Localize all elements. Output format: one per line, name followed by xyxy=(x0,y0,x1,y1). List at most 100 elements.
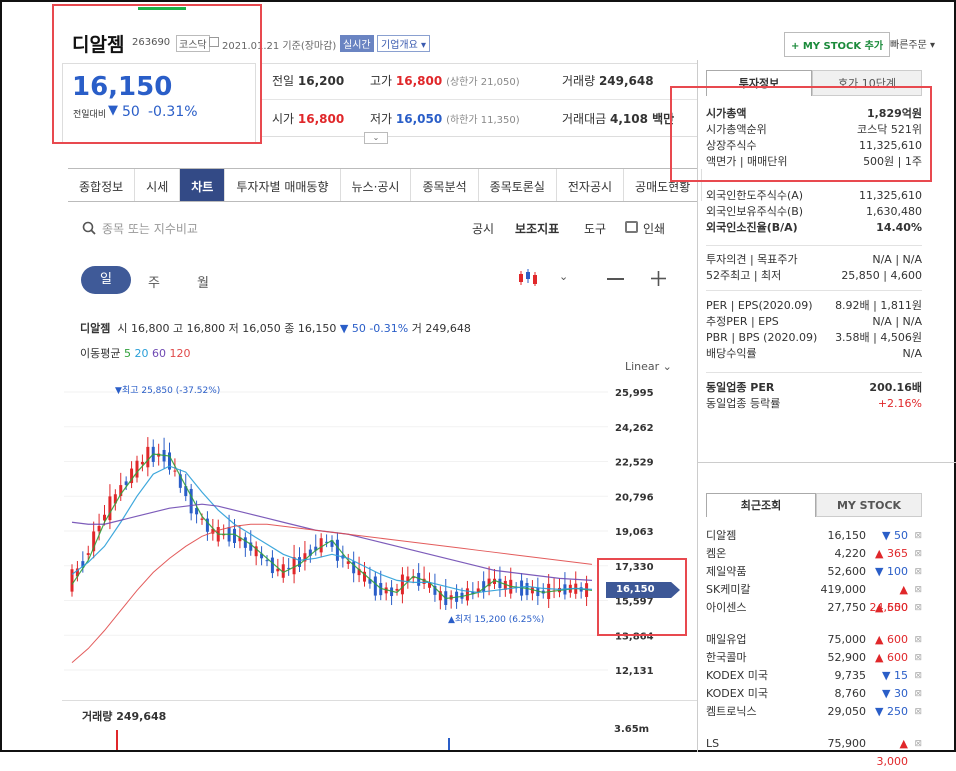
recent-item[interactable]: KODEX 미국 8,760 ▼ 30 ⊠ xyxy=(706,685,922,703)
period-month-button[interactable]: 월 xyxy=(197,272,209,291)
indicator-button[interactable]: 보조지표 xyxy=(515,220,559,237)
recent-item[interactable]: SK케미칼 419,000 ▲ 24,500 ⊠ xyxy=(706,581,922,614)
remove-icon[interactable]: ⊠ xyxy=(908,685,922,703)
remove-icon[interactable]: ⊠ xyxy=(908,735,922,753)
zoom-in-icon[interactable] xyxy=(650,270,667,291)
candle-body xyxy=(292,557,296,575)
info-row: 투자의견 | 목표주가 N/A | N/A xyxy=(706,252,922,268)
tools-button[interactable]: 도구 xyxy=(584,220,606,237)
chart-close-label: 종 xyxy=(284,322,295,335)
realtime-badge[interactable]: 실시간 xyxy=(340,35,374,52)
recent-item[interactable]: 제일약품 52,600 ▼ 100 ⊠ xyxy=(706,563,922,581)
disclosure-button[interactable]: 공시 xyxy=(472,220,494,237)
recent-item-change: ▼ 100 xyxy=(875,565,908,578)
chart-type-chevron-icon[interactable]: ⌄ xyxy=(559,270,568,283)
candle-body xyxy=(265,560,269,562)
search-icon[interactable] xyxy=(82,220,96,239)
print-button[interactable]: 인쇄 xyxy=(643,220,665,237)
candle-body xyxy=(173,470,177,472)
recent-item[interactable]: 매일유업 75,000 ▲ 600 ⊠ xyxy=(706,631,922,649)
tab-quotes[interactable]: 시세 xyxy=(135,169,181,201)
chart-low: 16,050 xyxy=(242,322,281,335)
lower-limit: (하한가 11,350) xyxy=(446,115,520,126)
upper-limit: (상한가 21,050) xyxy=(446,77,520,88)
info-value: 3.58배 | 4,506원 xyxy=(835,331,922,344)
quick-order-button[interactable]: 빠른주문 ▾ xyxy=(890,36,935,51)
y-tick-label: 24,262 xyxy=(615,423,654,434)
section-divider xyxy=(706,372,922,373)
info-label: 동일업종 등락률 xyxy=(706,397,781,410)
tab-news[interactable]: 뉴스·공시 xyxy=(341,169,412,201)
tab-my-stock[interactable]: MY STOCK xyxy=(816,493,922,517)
recent-item-price: 4,220 xyxy=(834,547,867,560)
chart-stock-name: 디알젬 xyxy=(80,322,111,335)
tab-overview[interactable]: 종합정보 xyxy=(68,169,136,201)
chart-info-line: 디알젬 시 16,800 고 16,800 저 16,050 종 16,150 … xyxy=(80,320,471,336)
printer-icon[interactable] xyxy=(625,221,638,233)
zoom-out-icon[interactable] xyxy=(607,278,624,280)
annotation-box xyxy=(52,4,262,144)
info-row: 외국인소진율(B/A) 14.40% xyxy=(706,220,922,236)
period-day-button[interactable]: 일 xyxy=(81,266,131,294)
chart-volume-label: 거 xyxy=(411,322,422,335)
recent-item[interactable]: 켐트로닉스 29,050 ▼ 250 ⊠ xyxy=(706,703,922,721)
chart-high: 16,800 xyxy=(186,322,226,335)
recent-item[interactable]: 한국콜마 52,900 ▲ 600 ⊠ xyxy=(706,649,922,667)
recent-item-price: 29,050 xyxy=(827,705,867,718)
recent-item-name: 제일약품 xyxy=(706,565,747,578)
tab-recent[interactable]: 최근조회 xyxy=(706,493,816,517)
info-label: 52주최고 | 최저 xyxy=(706,269,782,282)
info-label: 동일업종 PER xyxy=(706,381,775,394)
remove-icon[interactable]: ⊠ xyxy=(908,631,922,649)
ma5-label: 5 xyxy=(123,347,131,360)
recent-item-price: 52,900 xyxy=(827,651,867,664)
remove-icon[interactable]: ⊠ xyxy=(908,703,922,721)
recent-item-change: ▲ 600 xyxy=(875,651,908,664)
scale-select[interactable]: Linear ⌄ xyxy=(625,360,672,373)
recent-item[interactable]: KODEX 미국 9,735 ▼ 15 ⊠ xyxy=(706,667,922,685)
recent-item[interactable]: 아이센스 27,750 ▲ 650 ⊠ xyxy=(706,599,922,617)
remove-icon[interactable]: ⊠ xyxy=(908,563,922,581)
remove-icon[interactable]: ⊠ xyxy=(908,599,922,617)
info-row: 외국인보유주식수(B) 1,630,480 xyxy=(706,204,922,220)
volume-label: 거래량 xyxy=(562,74,596,88)
remove-icon[interactable]: ⊠ xyxy=(908,667,922,685)
remove-icon[interactable]: ⊠ xyxy=(908,649,922,667)
high: 고가 16,800 (상한가 21,050) xyxy=(370,72,520,89)
price-chart[interactable]: 25,99524,26222,52920,79619,06317,33015,5… xyxy=(60,380,700,700)
tab-chart[interactable]: 차트 xyxy=(180,169,226,201)
chart-close: 16,150 xyxy=(297,322,337,335)
chart-open-label: 시 xyxy=(117,322,128,335)
tab-forum[interactable]: 종목토론실 xyxy=(479,169,557,201)
recent-item-change: ▲ 600 xyxy=(875,633,908,646)
period-week-button[interactable]: 주 xyxy=(148,272,160,291)
main-tabs: 종합정보 시세 차트 투자자별 매매동향 뉴스·공시 종목분석 종목토론실 전자… xyxy=(68,168,703,202)
low: 저가 16,050 (하한가 11,350) xyxy=(370,110,520,127)
info-row: 배당수익률 N/A xyxy=(706,346,922,362)
remove-icon[interactable]: ⊠ xyxy=(908,545,922,563)
open-value: 16,800 xyxy=(297,112,345,126)
recent-item-price: 27,750 xyxy=(827,601,867,614)
remove-icon[interactable]: ⊠ xyxy=(908,581,922,599)
recent-item-change: ▲ 24,500 xyxy=(869,583,909,614)
recent-item[interactable]: 켐온 4,220 ▲ 365 ⊠ xyxy=(706,545,922,563)
tab-analysis[interactable]: 종목분석 xyxy=(411,169,479,201)
tab-disclosure[interactable]: 전자공시 xyxy=(557,169,625,201)
info-value: N/A xyxy=(902,347,922,360)
remove-icon[interactable]: ⊠ xyxy=(908,527,922,545)
company-overview-button[interactable]: 기업개요 ▾ xyxy=(377,35,431,52)
tab-investors[interactable]: 투자자별 매매동향 xyxy=(225,169,341,201)
candle-body xyxy=(319,538,323,553)
info-value: 25,850 | 4,600 xyxy=(841,269,922,282)
recent-item-name: 아이센스 xyxy=(706,601,747,614)
compare-search-input[interactable]: 종목 또는 지수비교 xyxy=(102,220,198,237)
candle-type-icon[interactable] xyxy=(518,268,540,292)
recent-item[interactable]: LS 75,900 ▲ 3,000 ⊠ xyxy=(706,735,922,768)
collapse-chevron-icon[interactable]: ⌄ xyxy=(364,132,388,144)
recent-item[interactable]: 디알젬 16,150 ▼ 50 ⊠ xyxy=(706,527,922,545)
candle-body xyxy=(233,528,236,543)
my-stock-add-button[interactable]: + MY STOCK 추가 xyxy=(784,32,891,57)
recent-item-change: ▼ 30 xyxy=(882,687,908,700)
amount-value: 4,108 백만 xyxy=(610,112,675,126)
candle-body xyxy=(86,553,90,555)
